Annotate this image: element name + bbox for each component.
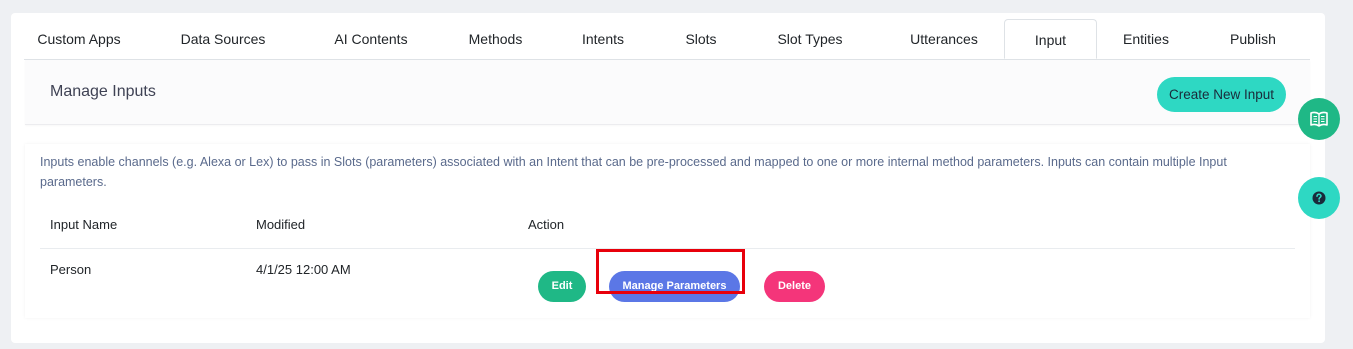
question-circle-icon (1312, 191, 1326, 205)
tab-slots[interactable]: Slots (660, 19, 742, 59)
page-title: Manage Inputs (50, 83, 156, 100)
page-header: Manage Inputs Create New Input (25, 60, 1310, 125)
tab-methods[interactable]: Methods (444, 19, 547, 59)
manage-parameters-button[interactable]: Manage Parameters (609, 271, 740, 302)
tab-data-sources[interactable]: Data Sources (156, 19, 290, 59)
delete-button[interactable]: Delete (764, 271, 825, 302)
create-new-input-button[interactable]: Create New Input (1157, 77, 1286, 112)
column-header-action: Action (528, 217, 565, 232)
tab-bar: Custom Apps Data Sources AI Contents Met… (24, 19, 1310, 60)
inputs-panel: Inputs enable channels (e.g. Alexa or Le… (25, 144, 1310, 318)
book-open-icon (1310, 111, 1328, 127)
edit-button[interactable]: Edit (538, 271, 586, 302)
column-header-input-name: Input Name (50, 217, 118, 232)
modified-cell: 4/1/25 12:00 AM (256, 262, 351, 277)
main-card: Custom Apps Data Sources AI Contents Met… (11, 13, 1325, 343)
tab-entities[interactable]: Entities (1102, 19, 1190, 59)
tab-intents[interactable]: Intents (552, 19, 654, 59)
tab-utterances[interactable]: Utterances (884, 19, 1004, 59)
tab-input[interactable]: Input (1004, 19, 1097, 59)
tab-slot-types[interactable]: Slot Types (750, 19, 870, 59)
table-divider (40, 248, 1295, 249)
help-button[interactable] (1298, 177, 1340, 219)
description-text: Inputs enable channels (e.g. Alexa or Le… (40, 155, 1227, 189)
tab-publish[interactable]: Publish (1196, 19, 1310, 59)
tab-custom-apps[interactable]: Custom Apps (24, 19, 134, 59)
tab-ai-contents[interactable]: AI Contents (308, 19, 434, 59)
column-header-modified: Modified (256, 217, 306, 232)
book-open-button[interactable] (1298, 98, 1340, 140)
input-name-cell: Person (50, 262, 92, 277)
